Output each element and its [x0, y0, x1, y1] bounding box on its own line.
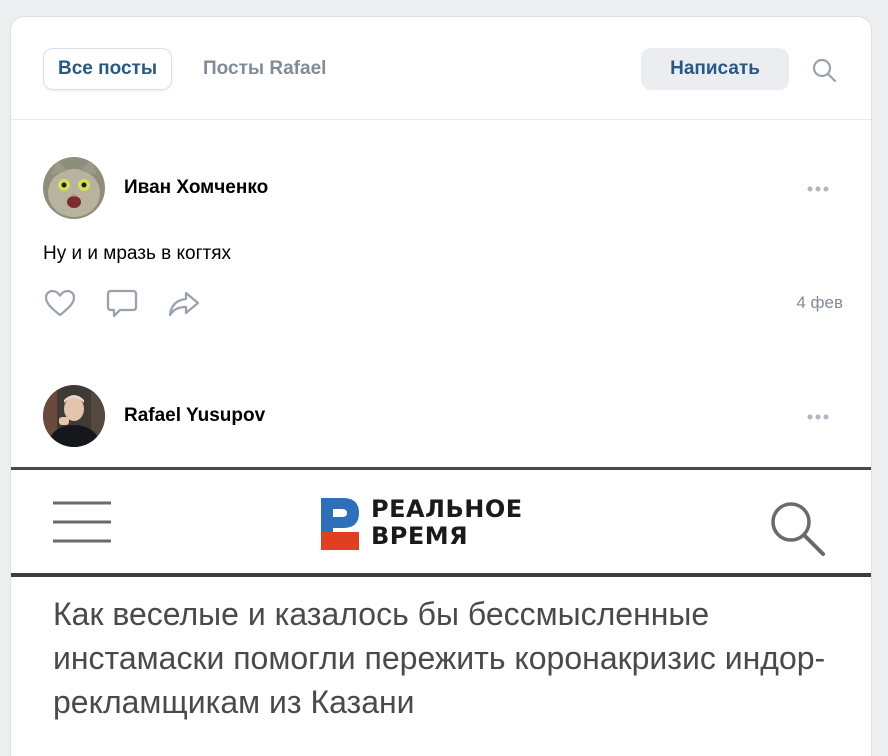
search-icon[interactable] [811, 57, 837, 83]
tab-all-posts[interactable]: Все посты [43, 48, 173, 90]
article-headline[interactable]: Как веселые и казалось бы бессмысленные … [53, 592, 833, 724]
more-icon[interactable] [805, 407, 835, 427]
more-icon[interactable] [805, 179, 835, 199]
search-icon[interactable] [767, 498, 831, 558]
realnoe-vremya-logo: РЕАЛЬНОЕ ВРЕМЯ [319, 496, 579, 552]
post-actions: 4 фев [43, 287, 843, 321]
write-post-button[interactable]: Написать [641, 48, 789, 90]
post-text: Ну и и мразь в когтях [43, 243, 232, 264]
embedded-article-image[interactable]: РЕАЛЬНОЕ ВРЕМЯ Как веселые и казалось бы… [11, 467, 871, 756]
post-header: Иван Хомченко [43, 157, 843, 221]
menu-icon[interactable] [51, 498, 113, 546]
tab-user-posts[interactable]: Посты Rafael [203, 48, 326, 90]
post-header: Rafael Yusupov [43, 385, 843, 449]
avatar[interactable] [43, 157, 105, 219]
comment-icon[interactable] [105, 287, 139, 321]
post-date[interactable]: 4 фев [796, 293, 843, 313]
share-icon[interactable] [167, 287, 201, 321]
avatar[interactable] [43, 385, 105, 447]
post-author[interactable]: Rafael Yusupov [124, 405, 265, 427]
wall-tabs-bar: Все посты Посты Rafael Написать [11, 17, 871, 120]
heart-icon[interactable] [43, 287, 77, 321]
article-site-header: РЕАЛЬНОЕ ВРЕМЯ [11, 470, 871, 577]
wall-card: Все посты Посты Rafael Написать Иван Хом… [10, 16, 872, 756]
post-author[interactable]: Иван Хомченко [124, 177, 268, 199]
logo-text: РЕАЛЬНОЕ ВРЕМЯ [371, 495, 523, 550]
